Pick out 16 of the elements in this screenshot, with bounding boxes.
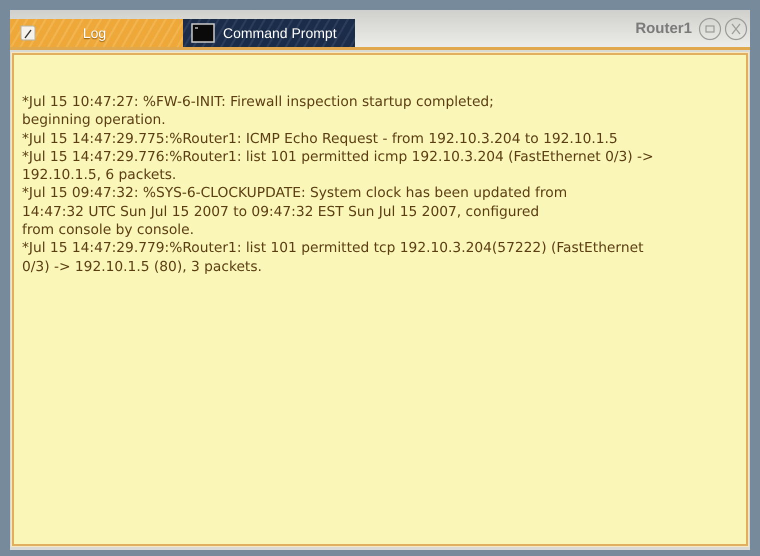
log-line: from console by console. [22, 221, 194, 240]
log-line: *Jul 15 14:47:29.775:%Router1: ICMP Echo Request - from 192.10.3.204 to 192.10.1.5 [22, 130, 618, 148]
log-line: 0/3) -> 192.10.1.5 (80), 3 packets. [22, 258, 262, 276]
log-line: *Jul 15 14:47:29.779:%Router1: list 101 permitted tcp 192.10.3.204(57222) (FastEthernet [22, 239, 644, 258]
log-line: 192.10.1.5, 6 packets. [22, 166, 176, 184]
minimize-button[interactable] [698, 16, 722, 40]
log-line: beginning operation. [22, 111, 166, 130]
tab[interactable]: Command Prompt [183, 19, 355, 47]
window-title: Router1 [635, 20, 692, 37]
close-button[interactable] [724, 16, 748, 40]
terminal-icon [191, 23, 215, 43]
log-line: *Jul 15 14:47:29.776:%Router1: list 101 permitted icmp 192.10.3.204 (FastEthernet 0/3) -> [22, 148, 654, 166]
log-line: *Jul 15 09:47:32: %SYS-6-CLOCKUPDATE: System clock has been updated from [22, 184, 568, 203]
log-line: *Jul 15 10:47:27: %FW-6-INIT: Firewall inspection startup completed; [22, 93, 494, 112]
log-line: 14:47:32 UTC Sun Jul 15 2007 to 09:47:32 EST Sun Jul 15 2007, configured [22, 202, 540, 222]
notepad-icon [18, 23, 38, 43]
